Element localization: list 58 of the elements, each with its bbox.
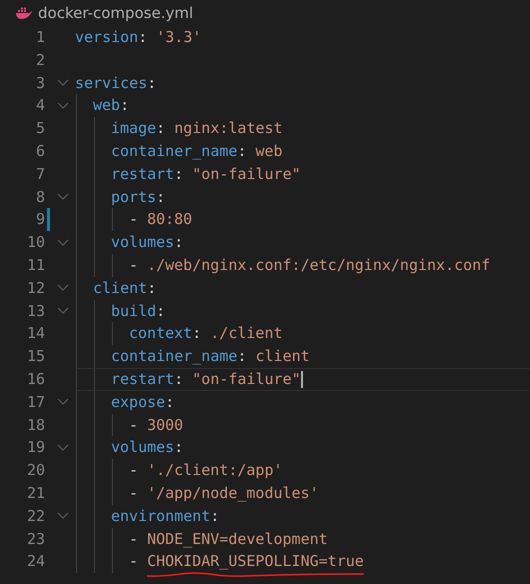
line-number: 23: [26, 528, 45, 550]
fold-chevron-icon[interactable]: [57, 306, 69, 315]
line-number: 16: [26, 368, 45, 390]
fold-chevron-icon[interactable]: [57, 284, 69, 292]
line-number: 12: [26, 278, 45, 299]
code-line: - CHOKIDAR_USEPOLLING=true: [129, 550, 364, 574]
fold-chevron-icon[interactable]: [57, 78, 69, 87]
whale-icon: [16, 7, 32, 19]
code-line: container_name: web: [111, 140, 283, 162]
line-number: 4: [34, 95, 45, 116]
line-number: 15: [26, 346, 45, 368]
code-line: build:: [111, 300, 166, 322]
line-number: 20: [26, 460, 45, 482]
line-number: 11: [26, 254, 45, 276]
code-line: - 3000: [129, 414, 184, 436]
fold-chevron-icon[interactable]: [57, 102, 69, 110]
line-number: 3: [34, 72, 45, 94]
code-line: context: ./client: [129, 323, 283, 344]
line-number: 9: [34, 209, 45, 230]
code-line: - NODE_ENV=development: [129, 528, 328, 550]
line-number: 19: [26, 437, 45, 458]
fold-chevron-icon[interactable]: [57, 512, 69, 520]
code-line: - ./web/nginx.conf:/etc/nginx/nginx.conf: [129, 254, 490, 276]
line-number: 24: [26, 551, 45, 572]
code-line: web:: [93, 95, 130, 116]
line-number: 1: [34, 27, 45, 48]
code-line: client:: [93, 278, 156, 299]
line-number: 22: [26, 506, 45, 527]
line-number: 10: [26, 232, 45, 254]
code-line: restart: "on-failure": [111, 368, 303, 390]
line-number: 2: [34, 50, 45, 71]
line-number: 17: [26, 392, 45, 413]
fold-chevron-icon[interactable]: [57, 444, 69, 452]
code-line: volumes:: [111, 437, 184, 458]
code-line: restart: "on-failure": [111, 164, 301, 185]
code-line: environment:: [111, 506, 220, 527]
code-line: image: nginx:latest: [111, 118, 283, 140]
code-line: version: '3.3': [75, 27, 202, 48]
code-line: ports:: [111, 186, 166, 208]
fold-chevron-icon[interactable]: [57, 398, 69, 406]
line-number: 6: [34, 140, 45, 162]
code-line: services:: [75, 72, 156, 94]
fold-chevron-icon[interactable]: [57, 238, 69, 247]
line-number: 5: [34, 118, 45, 140]
code-line: - './client:/app': [129, 460, 283, 482]
line-number: 7: [34, 164, 45, 185]
line-number: 21: [26, 482, 45, 504]
code-line: expose:: [111, 392, 174, 413]
line-number: 18: [26, 414, 45, 436]
line-number: 14: [26, 323, 45, 344]
fold-chevron-icon[interactable]: [57, 192, 69, 201]
code-line: - '/app/node_modules': [129, 482, 319, 504]
file-tab-title[interactable]: docker-compose.yml: [38, 4, 194, 22]
code-line: container_name: client: [111, 346, 310, 368]
line-number: 8: [34, 186, 45, 208]
code-line: volumes:: [111, 232, 184, 254]
line-number: 13: [26, 300, 45, 322]
code-line: - 80:80: [129, 209, 192, 230]
